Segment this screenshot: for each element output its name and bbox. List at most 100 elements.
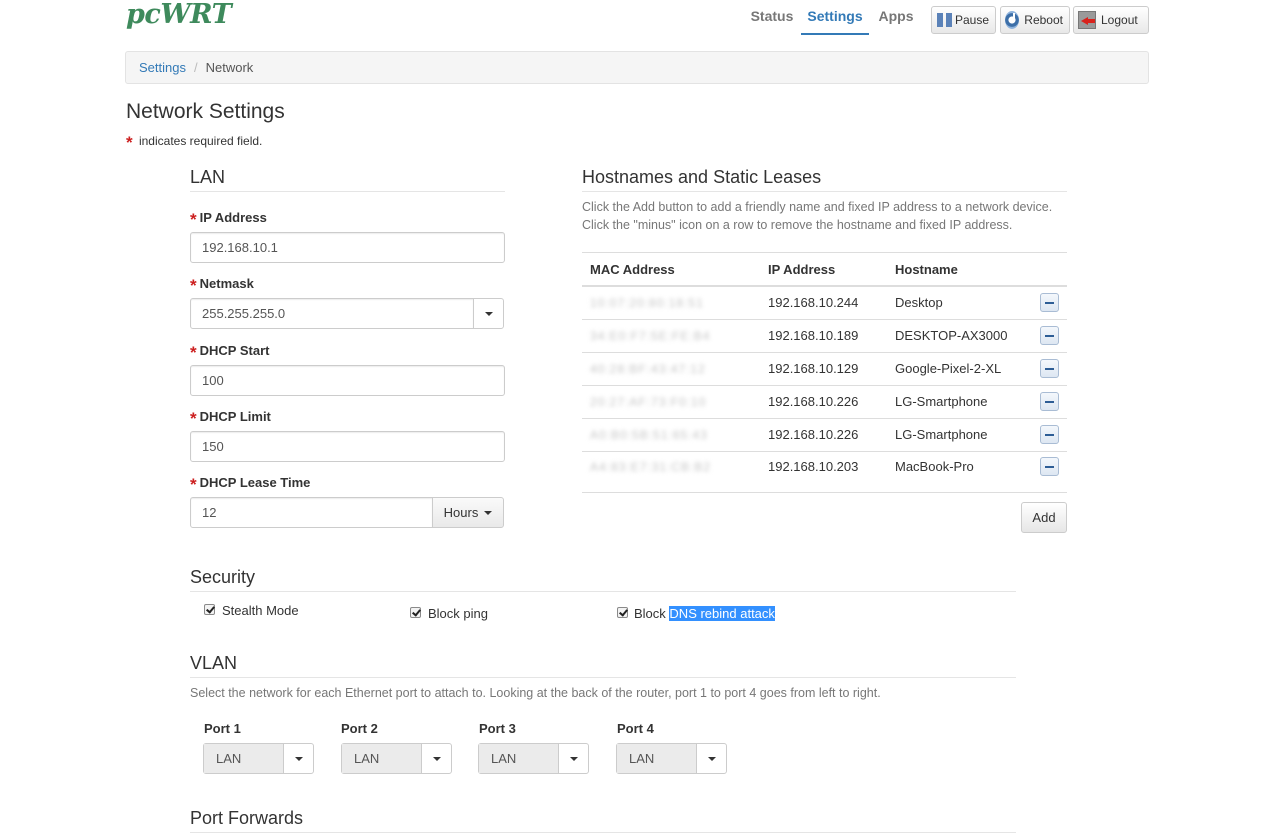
port-2-select[interactable]: LAN — [341, 743, 452, 774]
logout-button[interactable]: Logout — [1073, 6, 1149, 34]
port-1-value: LAN — [204, 744, 284, 773]
table-row: 40:28:BF:43:47:12 192.168.10.129 Google-… — [582, 353, 1067, 386]
table-row: 10:07:20:80:18:51 192.168.10.244 Desktop — [582, 287, 1067, 320]
hostname-cell: LG-Smartphone — [895, 427, 988, 442]
reboot-label: Reboot — [1024, 13, 1063, 27]
netmask-input[interactable]: 255.255.255.0 — [190, 298, 474, 329]
table-top-border — [582, 252, 1067, 253]
leases-description-line-1: Click the Add button to add a friendly n… — [582, 200, 1053, 214]
block-ping-label: Block ping — [428, 606, 488, 621]
mac-address-cell: A4:83:E7:31:CB:B2 — [590, 460, 712, 474]
required-star-icon: * — [190, 210, 197, 229]
table-row: A0:B0:5B:51:65:43 192.168.10.226 LG-Smar… — [582, 419, 1067, 452]
pause-button[interactable]: Pause — [931, 6, 996, 34]
port-3-label: Port 3 — [479, 721, 516, 736]
dhcp-limit-label: * DHCP Limit — [190, 408, 271, 428]
block-dns-rebind-checkbox[interactable] — [617, 607, 628, 618]
mac-address-cell: 34:E0:F7:5E:FE:B4 — [590, 329, 711, 343]
remove-row-minus-icon[interactable] — [1040, 457, 1059, 476]
remove-row-minus-icon[interactable] — [1040, 293, 1059, 312]
ip-address-cell: 192.168.10.226 — [768, 394, 859, 409]
hostname-cell: MacBook-Pro — [895, 459, 974, 474]
selected-text-highlight: DNS rebind attack — [669, 606, 775, 621]
dhcp-limit-input[interactable]: 150 — [190, 431, 505, 462]
remove-row-minus-icon[interactable] — [1040, 392, 1059, 411]
required-star-icon: * — [126, 133, 133, 152]
lease-time-unit-label: Hours — [443, 505, 479, 520]
port-1-select[interactable]: LAN — [203, 743, 314, 774]
reboot-button[interactable]: Reboot — [1000, 6, 1070, 34]
required-star-icon: * — [190, 409, 197, 428]
leases-description-line-2: Click the "minus" icon on a row to remov… — [582, 218, 1013, 232]
table-row: 20:27:AF:73:F0:10 192.168.10.226 LG-Smar… — [582, 386, 1067, 419]
security-heading: Security — [190, 566, 1016, 592]
remove-row-minus-icon[interactable] — [1040, 425, 1059, 444]
port-4-label: Port 4 — [617, 721, 654, 736]
caret-down-icon — [569, 756, 578, 761]
table-row: A4:83:E7:31:CB:B2 192.168.10.203 MacBook… — [582, 452, 1067, 493]
caret-down-icon — [484, 311, 493, 316]
port-2-dropdown-toggle[interactable] — [422, 744, 451, 773]
pause-icon — [936, 11, 952, 29]
dhcp-start-label: * DHCP Start — [190, 342, 269, 362]
ip-address-input[interactable]: 192.168.10.1 — [190, 232, 505, 263]
block-dns-rebind-label: Block DNS rebind attack — [634, 605, 775, 623]
remove-row-minus-icon[interactable] — [1040, 359, 1059, 378]
power-icon — [1005, 11, 1020, 29]
col-header-ip: IP Address — [768, 262, 836, 277]
caret-down-icon — [294, 756, 303, 761]
leases-heading: Hostnames and Static Leases — [582, 166, 1067, 192]
tab-status[interactable]: Status — [749, 2, 795, 35]
lan-heading: LAN — [190, 166, 505, 192]
port-4-value: LAN — [617, 744, 697, 773]
vlan-heading: VLAN — [190, 652, 1016, 678]
required-note-text: indicates required field. — [138, 134, 263, 148]
port-3-dropdown-toggle[interactable] — [559, 744, 588, 773]
ip-address-cell: 192.168.10.189 — [768, 328, 859, 343]
port-3-select[interactable]: LAN — [478, 743, 589, 774]
breadcrumb-current: Network — [205, 60, 254, 75]
breadcrumb-separator: / — [193, 60, 198, 75]
col-header-hostname: Hostname — [895, 262, 958, 277]
remove-row-minus-icon[interactable] — [1040, 326, 1059, 345]
port-3-value: LAN — [479, 744, 559, 773]
block-ping-checkbox[interactable] — [410, 607, 421, 618]
dhcp-lease-time-label-text: DHCP Lease Time — [199, 475, 311, 490]
col-header-mac: MAC Address — [590, 262, 675, 277]
port-2-value: LAN — [342, 744, 422, 773]
ip-address-cell: 192.168.10.129 — [768, 361, 859, 376]
required-star-icon: * — [190, 475, 197, 494]
mac-address-cell: 20:27:AF:73:F0:10 — [590, 395, 707, 409]
vlan-description: Select the network for each Ethernet por… — [190, 686, 881, 700]
netmask-dropdown-button[interactable] — [473, 298, 504, 329]
port-4-select[interactable]: LAN — [616, 743, 727, 774]
stealth-mode-label: Stealth Mode — [222, 603, 299, 618]
caret-down-icon — [707, 756, 716, 761]
mac-address-cell: 40:28:BF:43:47:12 — [590, 362, 706, 376]
breadcrumb-settings-link[interactable]: Settings — [139, 60, 186, 75]
port-1-dropdown-toggle[interactable] — [284, 744, 313, 773]
port-4-dropdown-toggle[interactable] — [697, 744, 726, 773]
port-2-label: Port 2 — [341, 721, 378, 736]
ip-address-label-text: IP Address — [199, 210, 267, 225]
hostname-cell: Google-Pixel-2-XL — [895, 361, 1002, 376]
logout-icon — [1078, 11, 1096, 29]
dhcp-limit-label-text: DHCP Limit — [199, 409, 271, 424]
dhcp-lease-time-input[interactable]: 12 — [190, 497, 433, 528]
block-dns-rebind-label-prefix: Block — [634, 606, 666, 621]
ip-address-label: * IP Address — [190, 209, 267, 229]
tab-apps[interactable]: Apps — [876, 2, 916, 35]
dhcp-start-input[interactable]: 100 — [190, 365, 505, 396]
tab-settings[interactable]: Settings — [801, 2, 869, 35]
stealth-mode-checkbox[interactable] — [204, 604, 215, 615]
pause-label: Pause — [954, 13, 989, 27]
port-1-label: Port 1 — [204, 721, 241, 736]
lease-time-unit-dropdown[interactable]: Hours — [432, 497, 504, 528]
page-title: Network Settings — [126, 100, 285, 123]
caret-down-icon — [484, 510, 493, 515]
add-lease-button[interactable]: Add — [1021, 502, 1067, 533]
netmask-label: * Netmask — [190, 275, 254, 295]
breadcrumb: Settings / Network — [125, 51, 1149, 84]
ip-address-cell: 192.168.10.244 — [768, 295, 859, 310]
table-row: 34:E0:F7:5E:FE:B4 192.168.10.189 DESKTOP… — [582, 320, 1067, 353]
